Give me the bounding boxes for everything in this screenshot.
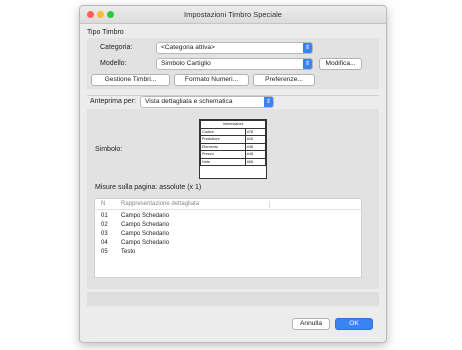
anteprima-label: Anteprima per:	[90, 98, 136, 105]
symbol-preview-field: Codice	[200, 127, 246, 136]
popup-arrows-icon: ⇕	[264, 97, 273, 107]
table-row[interactable]: 05 Testo	[95, 248, 361, 257]
row-number: 04	[101, 240, 108, 246]
anteprima-value: Vista dettagliata e schematica	[145, 98, 233, 105]
misure-text: Misure sulla pagina: assolute (x 1)	[95, 184, 202, 191]
table-row[interactable]: 04 Campo Schedario	[95, 239, 361, 248]
categoria-label: Categoria:	[100, 44, 133, 51]
column-header-rappresentazione: Rappresentazione dettagliata	[121, 201, 200, 207]
formato-numeri-button[interactable]: Formato Numeri...	[174, 74, 249, 86]
column-divider	[269, 201, 270, 208]
table-row[interactable]: 03 Campo Schedario	[95, 230, 361, 239]
fields-list[interactable]: N Rappresentazione dettagliata 01 Campo …	[94, 198, 362, 278]
symbol-preview-field: Elemento	[200, 142, 246, 151]
row-label: Campo Schedario	[121, 231, 170, 237]
column-header-n: N	[101, 201, 106, 207]
simbolo-label: Simbolo:	[95, 146, 123, 153]
symbol-preview-value: #48	[244, 150, 267, 159]
popup-arrows-icon: ⇕	[303, 43, 312, 53]
row-number: 02	[101, 222, 108, 228]
cancel-button[interactable]: Annulla	[292, 318, 330, 330]
symbol-preview-value: #78	[244, 127, 267, 136]
title-bar: Impostazioni Timbro Speciale	[80, 6, 386, 24]
settings-dialog: Impostazioni Timbro Speciale Tipo Timbro…	[79, 5, 387, 343]
popup-arrows-icon: ⇕	[303, 59, 312, 69]
table-row[interactable]: 02 Campo Schedario	[95, 221, 361, 230]
modello-label: Modello:	[100, 60, 127, 67]
ok-button[interactable]: OK	[335, 318, 373, 330]
symbol-preview-field: Prezzo	[200, 150, 246, 159]
preferenze-button[interactable]: Preferenze...	[253, 74, 315, 86]
symbol-preview-value: #58	[244, 157, 267, 166]
tipo-timbro-label: Tipo Timbro	[87, 29, 124, 36]
window-title: Impostazioni Timbro Speciale	[184, 10, 282, 19]
row-label: Campo Schedario	[121, 213, 170, 219]
symbol-preview-field: Produttore	[200, 135, 246, 144]
row-number: 05	[101, 249, 108, 255]
categoria-popup[interactable]: <Categoria attiva> ⇕	[156, 42, 313, 54]
row-label: Campo Schedario	[121, 240, 170, 246]
modifica-button[interactable]: Modifica...	[319, 58, 362, 70]
modello-popup[interactable]: Simbolo Cartiglio ⇕	[156, 58, 313, 70]
list-header: N Rappresentazione dettagliata	[95, 200, 361, 210]
row-label: Campo Schedario	[121, 222, 170, 228]
modello-value: Simbolo Cartiglio	[161, 60, 211, 67]
gestione-timbri-button[interactable]: Gestione Timbri...	[91, 74, 170, 86]
symbol-preview: Informazioni Codice #78 Produttore #26 Ele…	[199, 119, 267, 179]
symbol-preview-value: #36	[244, 142, 267, 151]
anteprima-popup[interactable]: Vista dettagliata e schematica ⇕	[140, 96, 274, 108]
status-panel	[87, 292, 379, 306]
row-number: 01	[101, 213, 108, 219]
row-number: 03	[101, 231, 108, 237]
table-row[interactable]: 01 Campo Schedario	[95, 212, 361, 221]
symbol-preview-value: #26	[244, 135, 267, 144]
symbol-preview-field: Note	[200, 157, 246, 166]
symbol-preview-header: Informazioni	[200, 120, 266, 129]
row-label: Testo	[121, 249, 136, 255]
categoria-value: <Categoria attiva>	[161, 44, 215, 51]
